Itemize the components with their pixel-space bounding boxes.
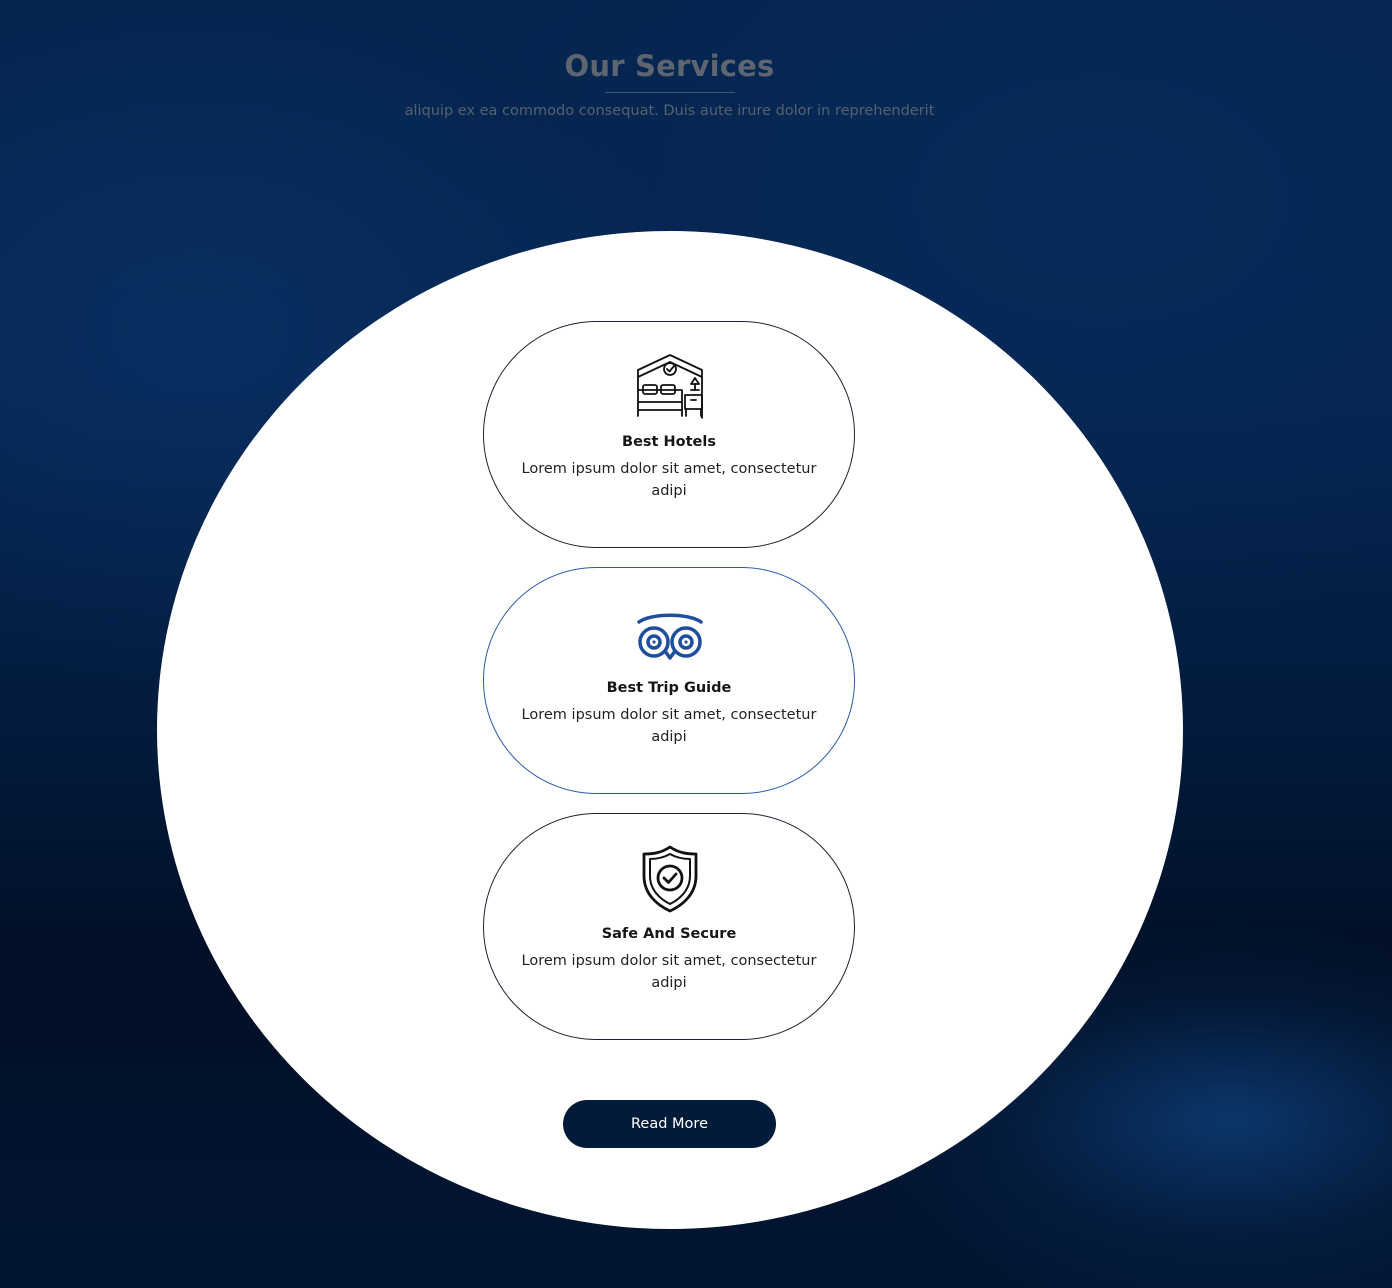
service-description: Lorem ipsum dolor sit amet, consectetur … (521, 461, 817, 499)
service-card-safe-secure[interactable]: Safe And Secure Lorem ipsum dolor sit am… (483, 813, 855, 1040)
service-card-trip-guide[interactable]: Best Trip Guide Lorem ipsum dolor sit am… (483, 567, 855, 794)
section-title: Our Services (564, 49, 775, 83)
title-underline (605, 92, 735, 93)
shield-check-icon (633, 844, 707, 914)
service-title: Safe And Secure (601, 926, 737, 942)
service-title: Best Hotels (622, 434, 716, 450)
service-title: Best Trip Guide (606, 680, 732, 696)
service-description: Lorem ipsum dolor sit amet, consectetur … (521, 953, 817, 991)
service-card-hotels[interactable]: Best Hotels Lorem ipsum dolor sit amet, … (483, 321, 855, 548)
section-subtitle: aliquip ex ea commodo consequat. Duis au… (404, 103, 935, 119)
read-more-button[interactable]: Read More (563, 1100, 776, 1148)
hotel-icon (633, 352, 707, 422)
tripadvisor-owl-icon (633, 598, 707, 668)
service-description: Lorem ipsum dolor sit amet, consectetur … (521, 707, 817, 745)
